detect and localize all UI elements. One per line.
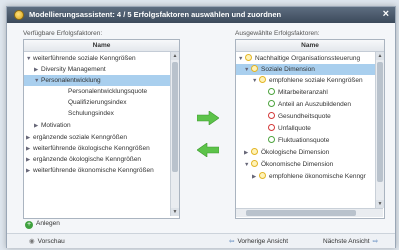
tree-row[interactable]: Fluktuationsquote [268, 135, 329, 146]
tree-row[interactable]: Unfallquote [268, 123, 311, 134]
tree-row[interactable]: ▶ weiterführende ökologische Kenngrößen [26, 143, 150, 154]
tree-row[interactable]: ▶ weiterführende ökonomische Kenngrößen [26, 165, 154, 176]
right-hscrollbar[interactable] [236, 208, 383, 217]
tree-row[interactable]: Schulungsindex [68, 108, 114, 119]
app-icon [14, 10, 24, 20]
next-view-button[interactable]: Nächste Ansicht ⇨ [323, 237, 378, 245]
tree-row[interactable]: Qualifizierungsindex [68, 97, 127, 108]
move-left-button[interactable] [196, 142, 220, 158]
scroll-down-icon[interactable]: ▼ [376, 200, 384, 208]
right-scroll-thumb[interactable] [377, 62, 383, 182]
arrow-left-icon [196, 142, 220, 158]
previous-view-button[interactable]: ⇦ Vorherige Ansicht [229, 237, 288, 245]
expand-down-icon[interactable]: ▼ [34, 76, 41, 87]
tree-row[interactable]: ▼ weiterführende soziale Kenngrößen [26, 53, 136, 64]
expand-right-icon[interactable]: ▶ [26, 166, 33, 177]
left-scrollbar[interactable]: ▲ ▼ [170, 52, 179, 216]
yellow-node-icon [251, 160, 258, 167]
available-factors-tree: Name ▼ weiterführende soziale Kenngrößen … [23, 39, 180, 219]
yellow-node-icon [251, 65, 258, 72]
green-node-icon [268, 136, 275, 143]
yellow-node-icon [251, 148, 258, 155]
tree-row[interactable]: Personalentwicklungsquote [68, 86, 147, 97]
available-name-header[interactable]: Name [24, 40, 179, 52]
close-icon[interactable]: × [383, 8, 389, 20]
arrow-forward-icon: ⇨ [372, 238, 379, 245]
add-button[interactable]: + Anlegen [25, 220, 60, 229]
tree-row[interactable]: ▶ ergänzende ökologische Kenngrößen [26, 154, 141, 165]
right-hscroll-thumb[interactable] [246, 210, 356, 216]
yellow-node-icon [259, 172, 266, 179]
tree-row-selected[interactable]: ▼ Soziale Dimension [236, 64, 376, 75]
red-node-icon [268, 124, 275, 131]
selected-factors-tree: Name ▼ Nachhaltige Organisationssteuerung… [235, 39, 385, 219]
tree-row[interactable]: ▶ Diversity Management [34, 64, 106, 75]
move-right-button[interactable] [196, 110, 220, 126]
tree-row[interactable]: ▼ Ökonomische Dimension [244, 159, 333, 170]
tree-row[interactable]: Mitarbeiteranzahl [268, 87, 328, 98]
right-scrollbar[interactable]: ▲ ▼ [375, 52, 384, 208]
green-node-icon [268, 88, 275, 95]
dialog-title: Modellierungsassistent: 4 / 5 Erfolgsfak… [29, 10, 282, 19]
scroll-down-icon[interactable]: ▼ [171, 208, 179, 216]
tree-row[interactable]: ▶ ergänzende soziale Kenngrößen [26, 132, 127, 143]
selected-label: Ausgewählte Erfolgsfaktoren: [235, 30, 320, 37]
dialog-footer: ◉ Vorschau ⇦ Vorherige Ansicht Nächste Ans… [7, 233, 395, 248]
expand-right-icon[interactable]: ▶ [244, 148, 251, 159]
expand-down-icon[interactable]: ▼ [244, 65, 251, 76]
green-node-icon [268, 100, 275, 107]
plus-icon: + [25, 221, 33, 229]
tree-row[interactable]: ▼ Nachhaltige Organisationssteuerung [238, 53, 360, 64]
left-scroll-thumb[interactable] [172, 62, 178, 172]
modeling-assistant-dialog: Modellierungsassistent: 4 / 5 Erfolgsfak… [6, 6, 396, 248]
yellow-node-icon [245, 54, 252, 61]
scroll-up-icon[interactable]: ▲ [376, 52, 384, 60]
yellow-node-icon [259, 76, 266, 83]
available-label: Verfügbare Erfolgsfaktoren: [23, 30, 103, 37]
expand-down-icon[interactable]: ▼ [26, 54, 33, 65]
tree-row-selected[interactable]: ▼ Personalentwicklung [24, 75, 171, 86]
tree-row[interactable]: Gesundheitsquote [268, 111, 331, 122]
arrow-right-icon [196, 110, 220, 126]
expand-down-icon[interactable]: ▼ [252, 76, 259, 87]
expand-right-icon[interactable]: ▶ [252, 172, 259, 183]
tree-row[interactable]: ▶ empfohlene ökonomische Kenngr [252, 171, 366, 182]
dialog-titlebar: Modellierungsassistent: 4 / 5 Erfolgsfak… [7, 7, 395, 23]
tree-row[interactable]: ▶ Ökologische Dimension [244, 147, 329, 158]
expand-down-icon[interactable]: ▼ [244, 160, 251, 171]
red-node-icon [268, 112, 275, 119]
scroll-up-icon[interactable]: ▲ [171, 52, 179, 60]
expand-right-icon[interactable]: ▶ [34, 121, 41, 132]
eye-icon: ◉ [29, 238, 35, 245]
arrow-back-icon: ⇦ [229, 238, 235, 245]
tree-row[interactable]: Anteil an Auszubildenden [268, 99, 351, 110]
preview-button[interactable]: ◉ Vorschau [29, 237, 65, 245]
selected-name-header[interactable]: Name [236, 40, 384, 52]
tree-row[interactable]: ▶ Motivation [34, 120, 71, 131]
tree-row[interactable]: ▼ empfohlene soziale Kenngrößen [252, 75, 363, 86]
